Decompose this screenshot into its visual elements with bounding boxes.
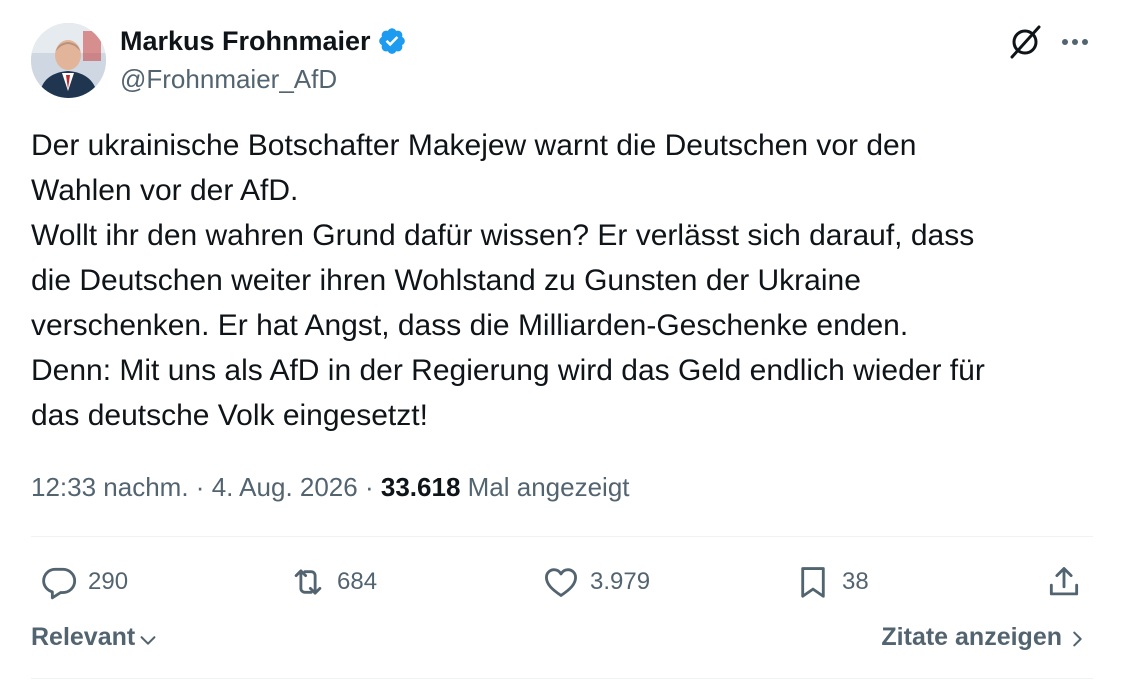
divider — [31, 678, 1093, 679]
meta-separator: · — [195, 472, 205, 502]
reply-count: 290 — [88, 568, 129, 595]
quotes-label: Zitate anzeigen — [881, 623, 1062, 651]
bookmark-count: 38 — [842, 568, 869, 595]
share-icon — [1049, 567, 1079, 596]
more-horizontal-icon[interactable] — [1058, 25, 1092, 59]
share-button[interactable] — [1045, 558, 1083, 606]
reply-button[interactable]: 290 — [40, 558, 128, 606]
author-display-name[interactable]: Markus Frohnmaier — [120, 24, 371, 58]
views-count: 33.618 — [380, 472, 461, 502]
chevron-right-icon — [1073, 631, 1082, 647]
author-handle[interactable]: @Frohnmaier_AfD — [120, 62, 337, 96]
bookmark-icon — [801, 567, 825, 598]
sort-relevant-dropdown[interactable]: Relevant — [31, 623, 159, 652]
verified-badge-icon[interactable] — [377, 26, 407, 56]
sort-label: Relevant — [31, 623, 136, 651]
meta-separator: · — [364, 472, 374, 502]
like-count: 3.979 — [590, 568, 651, 595]
reply-icon — [42, 567, 77, 600]
tweet-time[interactable]: 12:33 nachm. — [31, 472, 189, 502]
bookmark-button[interactable]: 38 — [794, 558, 869, 606]
author-name-row: Markus Frohnmaier — [120, 24, 407, 58]
views-label: Mal angezeigt — [467, 472, 630, 502]
tweet-date[interactable]: 4. Aug. 2026 — [212, 472, 358, 502]
chevron-down-icon — [140, 635, 156, 645]
avatar-image — [31, 23, 106, 98]
like-button[interactable]: 3.979 — [542, 558, 650, 606]
view-quotes-link[interactable]: Zitate anzeigen — [881, 623, 1088, 652]
repost-count: 684 — [337, 568, 378, 595]
repost-icon — [294, 569, 322, 595]
grok-icon[interactable] — [1006, 23, 1044, 61]
divider — [31, 536, 1093, 537]
repost-button[interactable]: 684 — [289, 558, 377, 606]
tweet-meta: 12:33 nachm. · 4. Aug. 2026 · 33.618 Mal… — [31, 469, 630, 505]
heart-icon — [545, 568, 577, 597]
avatar[interactable] — [31, 23, 106, 98]
tweet-text: Der ukrainische Botschafter Makejew warn… — [31, 129, 985, 432]
